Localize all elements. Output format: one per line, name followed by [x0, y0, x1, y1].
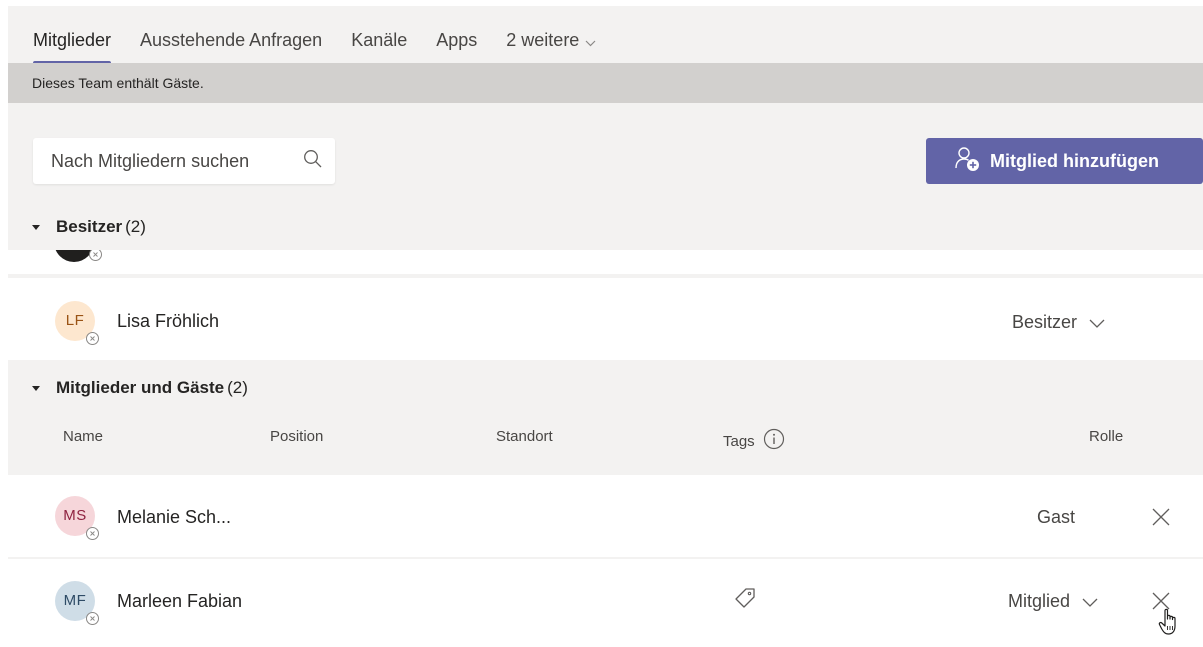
member-row[interactable]: MS Melanie Sch... Gast	[8, 475, 1203, 557]
column-header-location[interactable]: Standort	[496, 428, 553, 445]
member-search-box[interactable]	[33, 138, 335, 184]
tab-more[interactable]: 2 weitere	[506, 30, 596, 64]
chevron-down-icon	[1070, 591, 1098, 612]
members-panel: Mitglieder Ausstehende Anfragen Kanäle A…	[8, 6, 1203, 640]
add-member-button[interactable]: Mitglied hinzufügen	[926, 138, 1203, 184]
tab-apps[interactable]: Apps	[436, 30, 477, 64]
presence-unknown-icon	[86, 527, 99, 540]
chevron-down-icon	[1077, 312, 1105, 333]
role-label: Gast	[1037, 507, 1076, 527]
avatar: LF	[55, 301, 99, 345]
add-member-label: Mitglied hinzufügen	[990, 150, 1159, 171]
guest-info-banner: Dieses Team enthält Gäste.	[8, 63, 1203, 103]
remove-member-button[interactable]	[1152, 508, 1170, 531]
tab-members[interactable]: Mitglieder	[33, 30, 112, 65]
role-dropdown[interactable]: Mitglied	[1008, 591, 1098, 612]
add-person-icon	[954, 146, 990, 177]
avatar	[54, 250, 94, 262]
caret-down-icon	[32, 385, 40, 391]
column-header-tags-label: Tags	[723, 432, 755, 450]
chevron-down-icon	[585, 31, 596, 52]
tab-pending-requests[interactable]: Ausstehende Anfragen	[140, 30, 322, 64]
caret-down-icon	[32, 224, 40, 230]
owners-section-title: Besitzer	[56, 217, 123, 236]
presence-unknown-icon	[86, 332, 99, 345]
info-icon[interactable]	[763, 428, 785, 454]
tab-bar: Mitglieder Ausstehende Anfragen Kanäle A…	[33, 30, 625, 65]
presence-unknown-icon	[86, 612, 99, 625]
column-header-position[interactable]: Position	[270, 428, 323, 445]
role-label: Mitglied	[1008, 591, 1071, 611]
owners-section-toggle[interactable]: Besitzer (2)	[32, 217, 146, 237]
hand-cursor-icon	[1157, 607, 1183, 640]
member-row[interactable]: LF Lisa Fröhlich Besitzer	[8, 278, 1203, 360]
presence-unknown-icon	[89, 250, 102, 261]
member-row[interactable]: MF Marleen Fabian Mitglied	[8, 559, 1203, 640]
avatar-initials: MF	[63, 592, 87, 609]
tag-icon	[733, 588, 757, 613]
column-header-name[interactable]: Name	[63, 428, 103, 445]
role-label: Besitzer	[1012, 312, 1078, 332]
role-dropdown[interactable]: Besitzer	[1012, 312, 1105, 333]
tab-more-label: 2 weitere	[506, 30, 580, 50]
avatar: MS	[55, 496, 99, 540]
member-name: Marleen Fabian	[117, 591, 243, 611]
avatar-initials: LF	[65, 312, 85, 329]
tab-channels[interactable]: Kanäle	[351, 30, 407, 64]
guests-section-toggle[interactable]: Mitglieder und Gäste (2)	[32, 378, 248, 398]
avatar: MF	[55, 581, 99, 625]
column-header-tags[interactable]: Tags	[723, 428, 785, 454]
search-icon[interactable]	[303, 149, 323, 174]
close-icon	[1152, 508, 1170, 530]
avatar-initials: MS	[63, 507, 87, 524]
guests-section-title: Mitglieder und Gäste	[56, 378, 225, 397]
column-header-role[interactable]: Rolle	[1089, 428, 1123, 445]
member-name: Lisa Fröhlich	[117, 311, 220, 331]
owners-section-count: (2)	[125, 217, 146, 236]
member-row-owner-hidden[interactable]	[8, 250, 1203, 274]
member-search-input[interactable]	[51, 150, 303, 172]
add-tag-button[interactable]	[733, 587, 757, 614]
member-name: Melanie Sch...	[117, 507, 232, 527]
guests-section-count: (2)	[227, 378, 248, 397]
